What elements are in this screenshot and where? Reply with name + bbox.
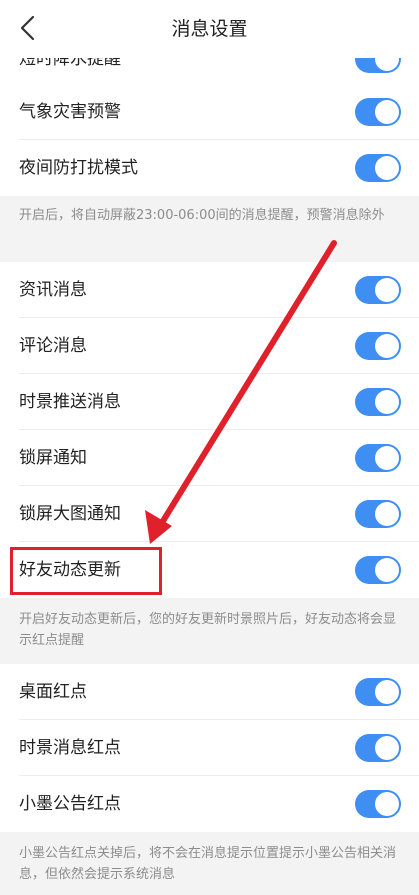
annotation-arrow — [145, 240, 337, 544]
